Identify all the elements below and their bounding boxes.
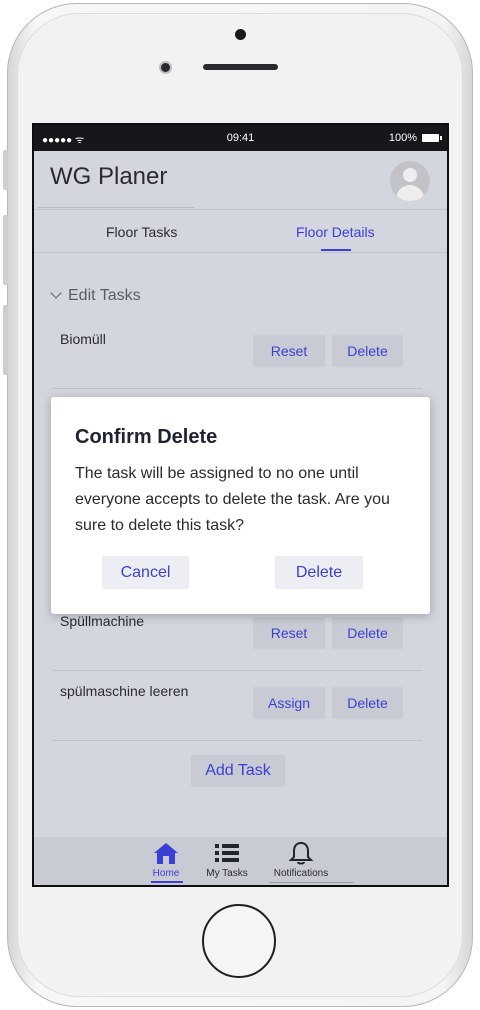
task-row: spülmaschine leeren Assign Delete (52, 671, 422, 741)
reset-button[interactable]: Reset (253, 617, 325, 649)
status-bar: ●●●●● ᯤ 09:41 100% (34, 125, 447, 151)
front-camera (159, 61, 172, 74)
mute-switch (3, 150, 8, 190)
bottom-nav: Home My Tasks Notifications (34, 837, 447, 885)
home-button[interactable] (202, 904, 276, 978)
edit-tasks-toggle[interactable]: Edit Tasks (50, 287, 141, 305)
home-icon (154, 843, 178, 864)
battery-percent: 100% (388, 132, 417, 144)
add-task-button[interactable]: Add Task (191, 755, 285, 787)
avatar-head-icon (403, 168, 417, 182)
earpiece-speaker (203, 64, 278, 70)
task-name: spülmaschine leeren (60, 683, 189, 699)
chevron-down-icon (50, 287, 62, 299)
nav-my-tasks[interactable]: My Tasks (202, 841, 252, 879)
nav-notifications[interactable]: Notifications (270, 841, 332, 879)
edit-tasks-label: Edit Tasks (68, 287, 141, 304)
confirm-delete-dialog: Confirm Delete The task will be assigned… (51, 397, 430, 614)
nav-notifications-label: Notifications (273, 868, 329, 879)
delete-button[interactable]: Delete (332, 617, 403, 649)
proximity-sensor (235, 29, 246, 40)
tab-floor-tasks[interactable]: Floor Tasks (106, 224, 177, 240)
avatar-body-icon (396, 185, 424, 201)
delete-button[interactable]: Delete (332, 335, 403, 367)
task-name: Spüllmachine (60, 613, 145, 629)
tab-bar: Floor Tasks Floor Details (34, 209, 447, 253)
delete-button[interactable]: Delete (332, 687, 403, 719)
confirm-delete-button[interactable]: Delete (275, 556, 363, 589)
battery-icon (422, 134, 442, 142)
reset-button[interactable]: Reset (253, 335, 325, 367)
dialog-title: Confirm Delete (75, 426, 218, 448)
nav-my-tasks-label: My Tasks (206, 868, 248, 879)
list-icon (215, 844, 239, 862)
assign-button[interactable]: Assign (253, 687, 325, 719)
avatar[interactable] (390, 161, 430, 201)
dialog-message: The task will be assigned to no one unti… (75, 465, 390, 534)
task-name: Biomüll (60, 331, 106, 347)
status-time: 09:41 (226, 132, 255, 144)
nav-divider (269, 882, 354, 883)
nav-home[interactable]: Home (148, 841, 184, 879)
tab-active-indicator (321, 249, 351, 251)
app-title: WG Planer (50, 163, 168, 190)
volume-up-button (3, 215, 8, 285)
nav-home-label: Home (152, 868, 180, 879)
nav-active-indicator (151, 881, 183, 883)
bell-icon (288, 841, 314, 865)
cancel-button[interactable]: Cancel (102, 556, 189, 589)
tab-floor-details[interactable]: Floor Details (296, 224, 375, 240)
title-divider (38, 207, 194, 208)
app-header: WG Planer (34, 151, 447, 209)
volume-down-button (3, 305, 8, 375)
task-row: Biomüll Reset Delete (52, 319, 422, 389)
